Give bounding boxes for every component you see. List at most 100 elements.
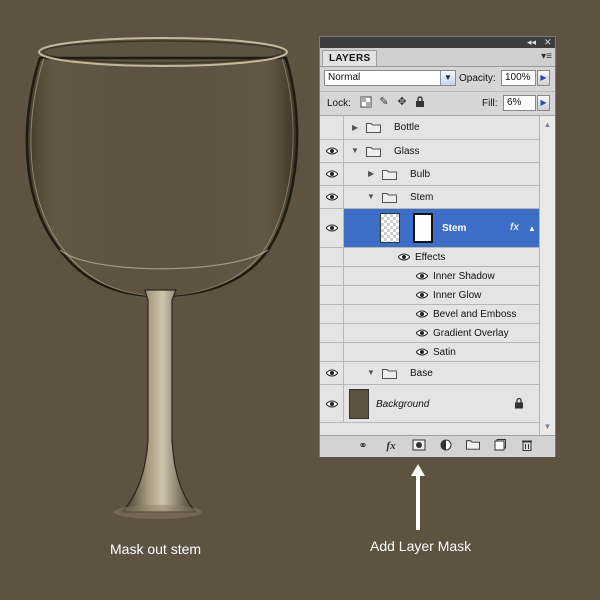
- blend-mode-select[interactable]: Normal ▼: [324, 70, 456, 86]
- fx-badge-icon: fx: [510, 222, 519, 233]
- layers-scrollbar[interactable]: ▲ ▼: [539, 115, 555, 435]
- lock-transparent-icon[interactable]: [360, 96, 372, 108]
- eye-icon: [326, 369, 338, 377]
- tab-layers[interactable]: LAYERS: [322, 50, 378, 66]
- layer-row-base[interactable]: ▼ Base: [320, 362, 539, 385]
- visibility-toggle[interactable]: [320, 385, 344, 422]
- visibility-cell: [320, 324, 344, 342]
- effect-row-inner-glow[interactable]: Inner Glow: [320, 286, 539, 305]
- visibility-toggle[interactable]: [320, 116, 344, 139]
- effects-header-row[interactable]: Effects: [320, 248, 539, 267]
- visibility-toggle[interactable]: [320, 362, 344, 384]
- collapse-icon[interactable]: ◂◂: [527, 37, 536, 48]
- fill-input[interactable]: 6%: [503, 95, 536, 111]
- layer-mask-thumbnail[interactable]: [413, 213, 433, 243]
- scroll-down-icon[interactable]: ▼: [542, 421, 553, 432]
- layer-row-glass[interactable]: ▼ Glass: [320, 140, 539, 163]
- panel-footer: ⚭ fx: [320, 435, 555, 457]
- up-arrow-icon: [411, 464, 425, 530]
- expand-arrow-icon[interactable]: ▶: [352, 123, 358, 133]
- collapse-arrow-icon[interactable]: ▼: [367, 368, 375, 378]
- effect-row-inner-shadow[interactable]: Inner Shadow: [320, 267, 539, 286]
- folder-icon: [382, 193, 397, 203]
- scroll-up-icon[interactable]: ▲: [542, 119, 553, 130]
- eye-icon: [326, 193, 338, 201]
- lock-image-icon[interactable]: ✎: [378, 96, 390, 108]
- expand-arrow-icon[interactable]: ▶: [368, 169, 374, 179]
- visibility-cell: [320, 248, 344, 266]
- caption-add-layer-mask: Add Layer Mask: [370, 538, 472, 554]
- eye-icon[interactable]: [416, 329, 428, 337]
- panel-titlebar: ◂◂ ✕: [320, 37, 555, 48]
- eye-icon[interactable]: [416, 310, 428, 318]
- eye-icon[interactable]: [416, 291, 428, 299]
- new-group-icon[interactable]: [465, 439, 481, 453]
- layers-panel: ◂◂ ✕ LAYERS ▾≡ Normal ▼ Opacity: 100% ▶ …: [319, 36, 556, 457]
- effect-name: Inner Glow: [433, 290, 482, 301]
- folder-icon: [366, 147, 381, 157]
- opacity-input[interactable]: 100%: [501, 70, 536, 86]
- link-layers-icon[interactable]: ⚭: [355, 439, 371, 453]
- folder-icon: [366, 123, 381, 133]
- visibility-cell: [320, 305, 344, 323]
- panel-menu-icon[interactable]: ▾≡: [541, 51, 552, 63]
- folder-icon: [382, 369, 397, 379]
- lock-all-icon[interactable]: [414, 96, 426, 108]
- layer-name: Bottle: [394, 122, 420, 133]
- collapse-arrow-icon[interactable]: ▼: [351, 146, 359, 156]
- fx-icon[interactable]: fx: [383, 439, 399, 453]
- visibility-cell: [320, 267, 344, 285]
- opacity-label: Opacity:: [459, 73, 496, 84]
- blend-mode-value: Normal: [328, 72, 361, 83]
- layer-row-stem-selected[interactable]: Stem fx ▲: [320, 209, 539, 248]
- layer-name: Base: [410, 368, 433, 379]
- effect-name: Bevel and Emboss: [433, 309, 517, 320]
- collapse-arrow-icon[interactable]: ▼: [367, 192, 375, 202]
- chevron-down-icon[interactable]: ▼: [440, 71, 455, 85]
- visibility-toggle[interactable]: [320, 186, 344, 208]
- new-layer-icon[interactable]: [492, 439, 508, 453]
- adjustment-layer-icon[interactable]: [438, 439, 454, 453]
- layer-thumbnail[interactable]: [380, 213, 400, 243]
- layer-row-bulb[interactable]: ▶ Bulb: [320, 163, 539, 186]
- visibility-toggle[interactable]: [320, 140, 344, 162]
- effect-row-bevel-and-emboss[interactable]: Bevel and Emboss: [320, 305, 539, 324]
- eye-icon: [326, 400, 338, 408]
- caption-mask-out-stem: Mask out stem: [110, 541, 202, 557]
- effects-toggle-arrow-icon[interactable]: ▲: [528, 224, 536, 234]
- folder-icon: [382, 170, 397, 180]
- layer-name: Stem: [442, 223, 467, 234]
- eye-icon: [326, 170, 338, 178]
- effects-label: Effects: [415, 252, 446, 263]
- effect-row-gradient-overlay[interactable]: Gradient Overlay: [320, 324, 539, 343]
- visibility-toggle[interactable]: [320, 209, 344, 247]
- background-thumbnail[interactable]: [349, 389, 369, 419]
- lock-label: Lock:: [327, 98, 351, 109]
- delete-layer-icon[interactable]: [519, 439, 535, 453]
- visibility-cell: [320, 343, 344, 361]
- effect-row-satin[interactable]: Satin: [320, 343, 539, 362]
- layer-row-bottle[interactable]: ▶ Bottle: [320, 116, 539, 140]
- layer-name: Background: [376, 399, 430, 410]
- lock-position-icon[interactable]: ✥: [396, 96, 408, 108]
- close-icon[interactable]: ✕: [544, 37, 552, 48]
- panel-tab-row: LAYERS ▾≡: [320, 48, 555, 67]
- effect-name: Gradient Overlay: [433, 328, 509, 339]
- eye-icon: [326, 147, 338, 155]
- effect-name: Inner Shadow: [433, 271, 495, 282]
- layer-row-background[interactable]: Background: [320, 385, 539, 423]
- visibility-cell: [320, 286, 344, 304]
- fill-slider-button[interactable]: ▶: [537, 95, 550, 111]
- eye-icon[interactable]: [398, 253, 410, 261]
- layer-name: Bulb: [410, 169, 431, 180]
- lock-icon: [515, 398, 523, 409]
- opacity-slider-button[interactable]: ▶: [537, 70, 550, 86]
- eye-icon[interactable]: [416, 272, 428, 280]
- visibility-toggle[interactable]: [320, 163, 344, 185]
- layer-name: Glass: [394, 146, 420, 157]
- add-layer-mask-icon[interactable]: [411, 439, 427, 453]
- eye-icon[interactable]: [416, 348, 428, 356]
- layer-name: Stem: [410, 192, 434, 203]
- layer-row-stem-group[interactable]: ▼ Stem: [320, 186, 539, 209]
- effect-name: Satin: [433, 347, 456, 358]
